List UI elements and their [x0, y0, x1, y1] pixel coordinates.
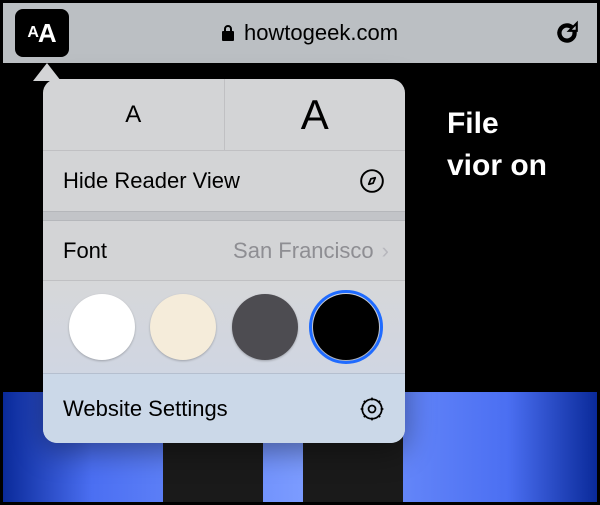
address-bar: AA howtogeek.com	[3, 3, 597, 63]
chevron-right-icon: ›	[382, 238, 389, 264]
compass-icon	[359, 168, 385, 194]
page-headline: File vior on	[447, 103, 547, 187]
popover-arrow	[33, 63, 61, 81]
decrease-text-size-button[interactable]: A	[43, 79, 225, 150]
theme-black[interactable]	[313, 294, 379, 360]
headline-fragment-1: File	[447, 103, 547, 145]
url-display[interactable]: howtogeek.com	[77, 20, 541, 46]
hide-reader-label: Hide Reader View	[63, 168, 240, 194]
reader-popover: A A Hide Reader View Font San Francisco …	[43, 79, 405, 443]
aa-icon-large: A	[38, 18, 57, 49]
hide-reader-view-row[interactable]: Hide Reader View	[43, 151, 405, 211]
reload-icon	[554, 20, 580, 46]
small-a-glyph: A	[125, 101, 141, 129]
font-label: Font	[63, 238, 107, 264]
website-settings-label: Website Settings	[63, 396, 228, 422]
font-value: San Francisco	[107, 238, 374, 264]
large-a-glyph: A	[301, 91, 329, 139]
theme-gray[interactable]	[232, 294, 298, 360]
lock-icon	[220, 24, 236, 42]
increase-text-size-button[interactable]: A	[225, 79, 406, 150]
theme-white[interactable]	[69, 294, 135, 360]
gear-icon	[359, 396, 385, 422]
website-settings-row[interactable]: Website Settings	[43, 373, 405, 443]
divider	[43, 211, 405, 221]
text-size-row: A A	[43, 79, 405, 151]
url-domain-text: howtogeek.com	[244, 20, 398, 46]
theme-sepia[interactable]	[150, 294, 216, 360]
theme-row	[43, 281, 405, 373]
font-row[interactable]: Font San Francisco ›	[43, 221, 405, 281]
headline-fragment-2: vior on	[447, 145, 547, 187]
reader-format-button[interactable]: AA	[15, 9, 69, 57]
reload-button[interactable]	[549, 15, 585, 51]
